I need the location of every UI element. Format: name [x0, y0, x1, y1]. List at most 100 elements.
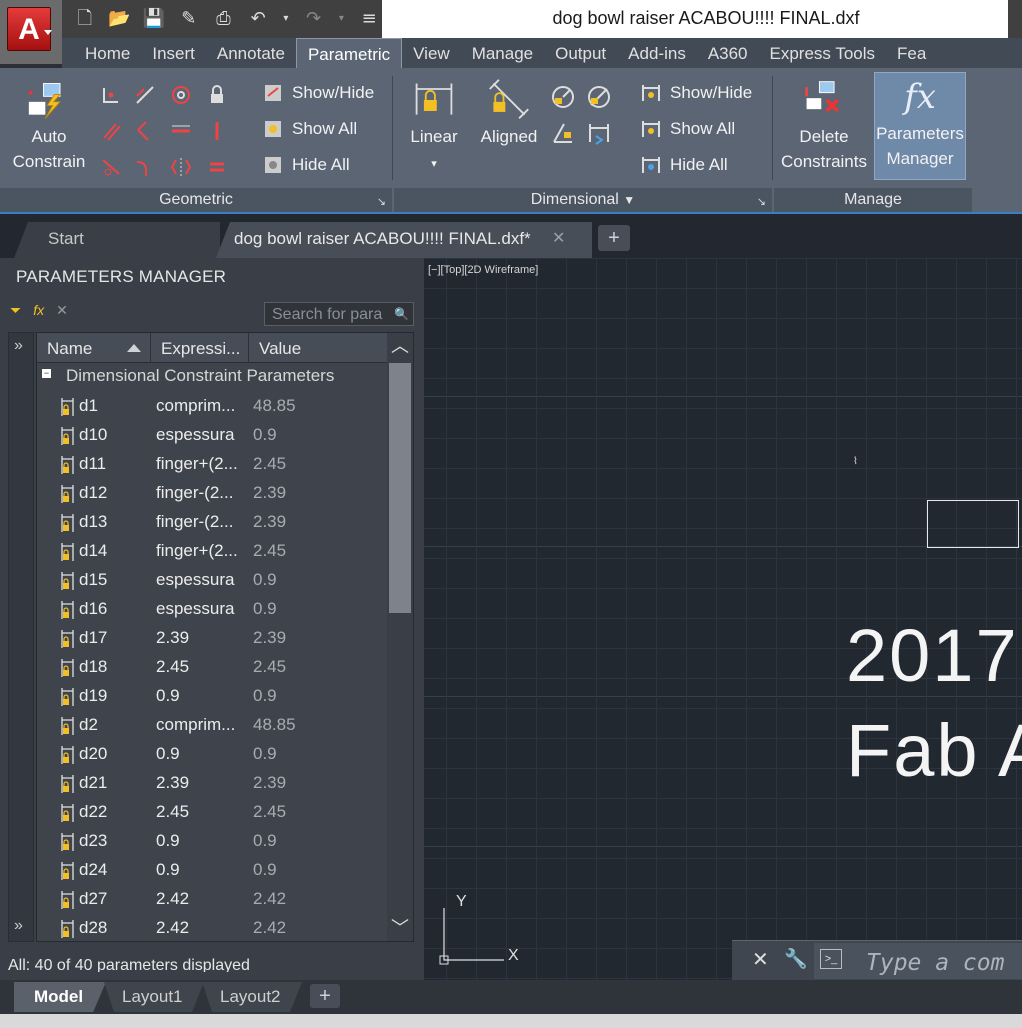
drawing-text-line-2[interactable]: Fab A: [846, 708, 1022, 793]
parameter-name[interactable]: d15: [79, 570, 107, 590]
aligned-button[interactable]: Aligned: [474, 78, 544, 149]
table-row[interactable]: d22 2.45 2.45: [37, 798, 387, 827]
symmetric-icon[interactable]: [170, 156, 192, 178]
redo-dropdown-icon[interactable]: ▾: [335, 6, 347, 32]
table-row[interactable]: d16 espessura 0.9: [37, 595, 387, 624]
manage-panel-title[interactable]: Manage: [774, 188, 972, 212]
vertical-icon[interactable]: [206, 120, 228, 142]
expand-icon[interactable]: »: [14, 337, 23, 355]
customize-toolbar-icon[interactable]: ≡: [356, 6, 382, 32]
table-row[interactable]: d17 2.39 2.39: [37, 624, 387, 653]
parameter-name[interactable]: d20: [79, 744, 107, 764]
table-row[interactable]: d21 2.39 2.39: [37, 769, 387, 798]
geometric-show-hide-button[interactable]: Show/Hide: [262, 82, 374, 104]
scroll-up-icon[interactable]: ︿: [387, 333, 413, 359]
command-input[interactable]: >_ Type a com: [814, 943, 1022, 979]
command-prompt-icon[interactable]: >_: [820, 949, 842, 969]
horizontal-icon[interactable]: [170, 120, 192, 142]
convert-icon[interactable]: [586, 120, 612, 146]
table-row[interactable]: d24 0.9 0.9: [37, 856, 387, 885]
parameter-expression[interactable]: comprim...: [156, 396, 248, 416]
parameter-expression[interactable]: comprim...: [156, 715, 248, 735]
parameter-expression[interactable]: 0.9: [156, 744, 248, 764]
dimensional-hide-all-button[interactable]: Hide All: [640, 154, 728, 176]
parameter-name[interactable]: d27: [79, 889, 107, 909]
table-row[interactable]: d28 2.42 2.42: [37, 914, 387, 941]
parameter-expression[interactable]: 2.45: [156, 802, 248, 822]
tangent-icon[interactable]: [100, 156, 122, 178]
parameter-name[interactable]: d28: [79, 918, 107, 938]
fix-icon[interactable]: [206, 84, 228, 106]
parameter-name[interactable]: d23: [79, 831, 107, 851]
close-icon[interactable]: ✕: [752, 947, 769, 972]
parameter-expression[interactable]: 2.42: [156, 918, 248, 938]
parameter-expression[interactable]: 2.45: [156, 657, 248, 677]
geometric-launcher-icon[interactable]: ↘: [377, 195, 386, 208]
smooth-icon[interactable]: [134, 156, 156, 178]
save-icon[interactable]: 💾: [141, 6, 167, 32]
parameter-expression[interactable]: finger-(2...: [156, 483, 248, 503]
coincident-icon[interactable]: [100, 84, 122, 106]
save-as-icon[interactable]: ✎: [176, 6, 202, 32]
scrollbar-thumb[interactable]: [389, 363, 411, 613]
dimensional-show-hide-button[interactable]: Show/Hide: [640, 82, 752, 104]
parameter-name[interactable]: d24: [79, 860, 107, 880]
undo-dropdown-icon[interactable]: ▾: [280, 6, 292, 32]
table-row[interactable]: d20 0.9 0.9: [37, 740, 387, 769]
tab-layout2[interactable]: Layout2: [202, 982, 302, 1012]
parameter-expression[interactable]: 2.39: [156, 773, 248, 793]
delete-constraints-button[interactable]: Delete Constraints: [778, 78, 870, 174]
redo-icon[interactable]: ↷: [301, 6, 327, 32]
tab-featured[interactable]: Fea: [886, 38, 937, 68]
add-layout-button[interactable]: +: [310, 984, 340, 1008]
auto-constrain-button[interactable]: Auto Constrain: [8, 78, 90, 174]
column-header-value[interactable]: Value: [249, 333, 387, 363]
perpendicular-icon[interactable]: [134, 120, 156, 142]
parameter-name[interactable]: d13: [79, 512, 107, 532]
drawing-canvas[interactable]: [−][Top][2D Wireframe] ⌇ 2017 Fab A Y X: [424, 258, 1022, 980]
vertical-scrollbar[interactable]: ︿ ﹀: [387, 333, 413, 941]
undo-icon[interactable]: ↶: [245, 6, 271, 32]
linear-button[interactable]: Linear ▾: [404, 78, 464, 177]
table-row[interactable]: d23 0.9 0.9: [37, 827, 387, 856]
filter-tree-expander[interactable]: » »: [8, 332, 34, 942]
parameter-name[interactable]: d18: [79, 657, 107, 677]
tab-view[interactable]: View: [402, 38, 461, 68]
tab-output[interactable]: Output: [544, 38, 617, 68]
concentric-icon[interactable]: [170, 84, 192, 106]
parameter-expression[interactable]: 0.9: [156, 831, 248, 851]
tab-insert[interactable]: Insert: [141, 38, 206, 68]
dimensional-launcher-icon[interactable]: ↘: [757, 195, 766, 208]
parameter-name[interactable]: d21: [79, 773, 107, 793]
tab-annotate[interactable]: Annotate: [206, 38, 296, 68]
filter-icon[interactable]: ⏷: [10, 302, 21, 319]
column-header-expression[interactable]: Expressi...: [151, 333, 249, 363]
angular-icon[interactable]: [550, 120, 576, 146]
tab-model[interactable]: Model: [14, 982, 106, 1012]
parameter-name[interactable]: d1: [79, 396, 98, 416]
table-row[interactable]: d14 finger+(2... 2.45: [37, 537, 387, 566]
open-file-icon[interactable]: 📂: [107, 6, 133, 32]
parameter-expression[interactable]: espessura: [156, 425, 248, 445]
drawing-text-line-1[interactable]: 2017: [846, 613, 1019, 698]
table-row[interactable]: d15 espessura 0.9: [37, 566, 387, 595]
table-row[interactable]: d13 finger-(2... 2.39: [37, 508, 387, 537]
parameter-expression[interactable]: 0.9: [156, 860, 248, 880]
parameter-expression[interactable]: finger+(2...: [156, 454, 248, 474]
table-row[interactable]: d2 comprim... 48.85: [37, 711, 387, 740]
parameter-expression[interactable]: 0.9: [156, 686, 248, 706]
parameter-name[interactable]: d17: [79, 628, 107, 648]
expand-icon[interactable]: »: [14, 917, 23, 935]
geometric-panel-title[interactable]: Geometric: [0, 188, 392, 212]
parameters-manager-button[interactable]: fx Parameters Manager: [874, 72, 966, 180]
equal-icon[interactable]: [206, 156, 228, 178]
table-row[interactable]: d1 comprim... 48.85: [37, 392, 387, 421]
new-file-icon[interactable]: 🗋: [72, 6, 98, 32]
parameter-name[interactable]: d2: [79, 715, 98, 735]
parameter-name[interactable]: d14: [79, 541, 107, 561]
geometric-show-all-button[interactable]: Show All: [262, 118, 357, 140]
parameter-expression[interactable]: finger+(2...: [156, 541, 248, 561]
parameter-name[interactable]: d19: [79, 686, 107, 706]
parameter-name[interactable]: d10: [79, 425, 107, 445]
table-row[interactable]: d18 2.45 2.45: [37, 653, 387, 682]
